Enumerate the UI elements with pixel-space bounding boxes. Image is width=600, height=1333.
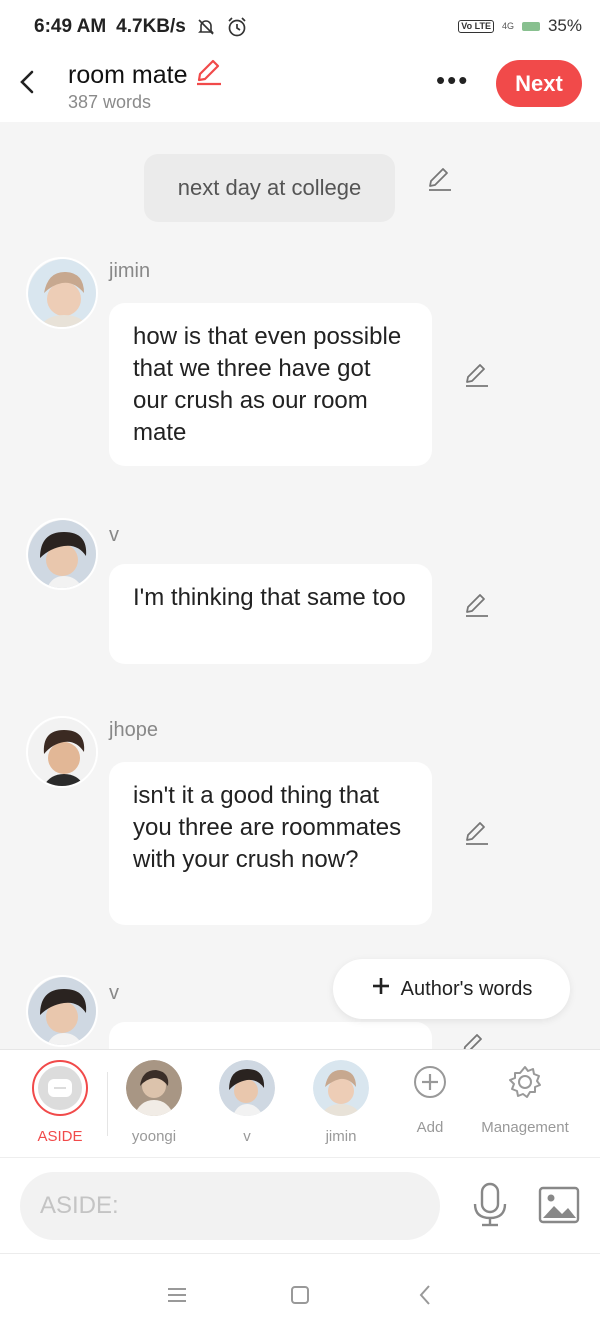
edit-pencil-icon[interactable] bbox=[463, 592, 491, 620]
edit-pencil-icon[interactable] bbox=[426, 166, 454, 194]
pencil-icon[interactable] bbox=[193, 58, 223, 93]
next-button[interactable]: Next bbox=[496, 60, 582, 107]
microphone-icon[interactable] bbox=[470, 1182, 510, 1228]
message-text: how is that even possible that we three … bbox=[133, 323, 402, 446]
role-character[interactable]: yoongi bbox=[109, 1060, 199, 1145]
edit-pencil-icon[interactable] bbox=[460, 1032, 488, 1050]
management-button[interactable]: Management bbox=[475, 1060, 575, 1136]
role-label: ASIDE bbox=[37, 1128, 83, 1145]
speaker-name: jhope bbox=[109, 719, 158, 741]
message-text: I'm thinking that same too bbox=[133, 584, 406, 611]
mute-bell-icon bbox=[196, 17, 216, 37]
authors-words-button[interactable]: Author's words bbox=[333, 959, 570, 1019]
divider bbox=[107, 1072, 108, 1136]
message-text: isn't it a good thing that you three are… bbox=[133, 782, 402, 873]
chat-area: next day at college jimin how is that ev… bbox=[0, 122, 600, 1050]
role-label: yoongi bbox=[131, 1128, 177, 1145]
gear-icon bbox=[475, 1060, 575, 1104]
avatar[interactable] bbox=[26, 257, 98, 329]
role-character[interactable]: jimin bbox=[296, 1060, 386, 1145]
volte-badge: Vo LTE bbox=[458, 19, 494, 33]
aside-message[interactable]: next day at college bbox=[144, 154, 395, 222]
battery-icon bbox=[521, 21, 540, 31]
back-icon[interactable] bbox=[411, 1282, 441, 1308]
avatar bbox=[313, 1060, 369, 1116]
status-right: Vo LTE 4G 35% bbox=[458, 16, 582, 36]
network-type: 4G bbox=[501, 20, 514, 31]
message-bubble[interactable]: how is that even possible that we three … bbox=[109, 303, 432, 466]
aside-text: next day at college bbox=[177, 175, 362, 200]
message-bubble[interactable] bbox=[109, 1022, 432, 1050]
message-bubble[interactable]: isn't it a good thing that you three are… bbox=[109, 762, 432, 925]
role-label: Management bbox=[481, 1119, 569, 1136]
role-label: v bbox=[243, 1128, 251, 1145]
role-character[interactable]: v bbox=[202, 1060, 292, 1145]
story-title[interactable]: room mate bbox=[68, 58, 223, 93]
avatar bbox=[126, 1060, 182, 1116]
status-left: 6:49 AM 4.7KB/s bbox=[34, 16, 248, 38]
message-input[interactable] bbox=[20, 1172, 440, 1240]
image-icon[interactable] bbox=[538, 1186, 580, 1224]
alarm-icon bbox=[226, 16, 248, 38]
avatar bbox=[219, 1060, 275, 1116]
add-circle-icon bbox=[385, 1060, 475, 1104]
speaker-name: v bbox=[109, 982, 119, 1004]
role-label: Add bbox=[416, 1119, 444, 1136]
plus-icon bbox=[371, 976, 391, 1002]
avatar[interactable] bbox=[26, 716, 98, 788]
battery-level: 35% bbox=[547, 16, 582, 35]
add-role-button[interactable]: Add bbox=[385, 1060, 475, 1136]
menu-icon[interactable] bbox=[162, 1282, 192, 1308]
avatar[interactable] bbox=[26, 518, 98, 590]
avatar[interactable] bbox=[26, 975, 98, 1047]
message-bubble[interactable]: I'm thinking that same too bbox=[109, 564, 432, 664]
role-selector: ASIDE yoongi v jimin Add Management bbox=[0, 1049, 600, 1157]
role-aside[interactable]: ASIDE bbox=[15, 1060, 105, 1145]
aside-role-icon bbox=[32, 1060, 88, 1116]
speaker-name: v bbox=[109, 524, 119, 546]
status-bar: 6:49 AM 4.7KB/s Vo LTE 4G 35% bbox=[0, 0, 600, 56]
status-time: 6:49 AM bbox=[34, 16, 107, 37]
system-nav-bar bbox=[0, 1253, 600, 1333]
role-label: jimin bbox=[325, 1128, 357, 1145]
network-speed: 4.7KB/s bbox=[116, 16, 186, 37]
home-icon[interactable] bbox=[285, 1282, 315, 1308]
speaker-name: jimin bbox=[109, 260, 151, 282]
title-text: room mate bbox=[68, 61, 188, 89]
authors-words-label: Author's words bbox=[400, 977, 533, 1000]
header: room mate 387 words ••• Next bbox=[0, 56, 600, 122]
edit-pencil-icon[interactable] bbox=[463, 362, 491, 390]
input-area bbox=[0, 1157, 600, 1253]
back-arrow-icon[interactable] bbox=[16, 68, 40, 96]
word-count: 387 words bbox=[68, 92, 152, 112]
edit-pencil-icon[interactable] bbox=[463, 820, 491, 848]
more-options-icon[interactable]: ••• bbox=[436, 67, 469, 93]
